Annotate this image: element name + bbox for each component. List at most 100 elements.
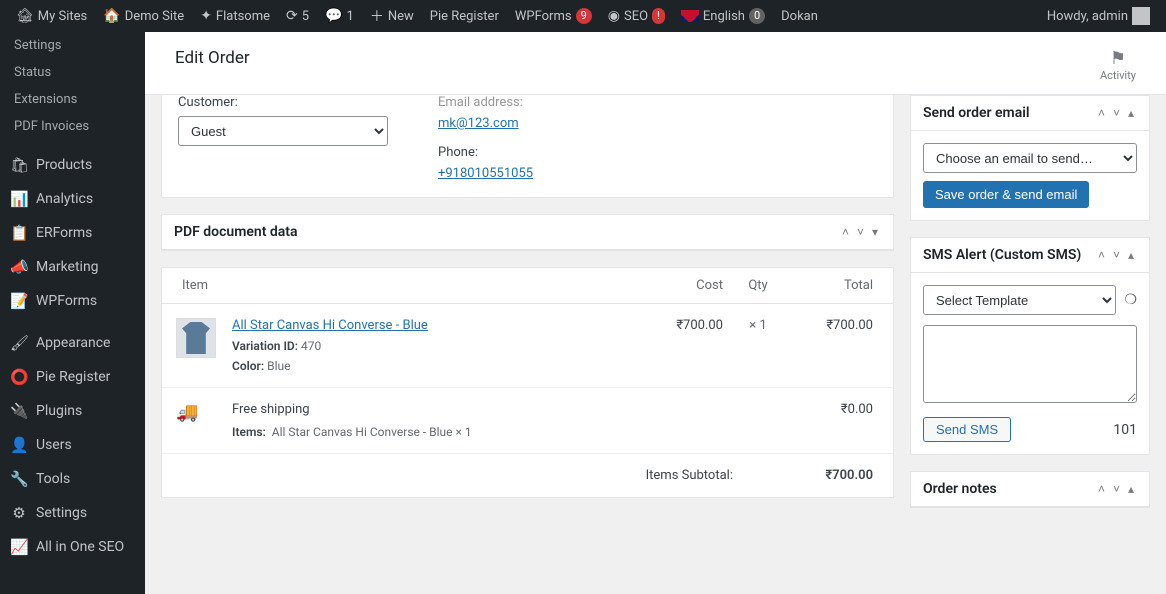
page-header: Edit Order ⚑ Activity [145, 32, 1166, 95]
new-link[interactable]: ＋ New [362, 0, 422, 32]
sidebar-item-marketing[interactable]: 📣Marketing [0, 250, 145, 284]
avatar-icon [1132, 7, 1150, 25]
variation-meta: Variation ID: 470 [232, 339, 633, 353]
language-label: English [703, 9, 745, 24]
sms-alert-title: SMS Alert (Custom SMS) [923, 247, 1081, 263]
shipping-total: ₹0.00 [793, 402, 893, 439]
save-send-email-button[interactable]: Save order & send email [923, 181, 1089, 208]
sidebar-item-label: ERForms [36, 225, 92, 241]
activity-flag-icon: ⚑ [1100, 48, 1136, 69]
toggle-icon[interactable]: ▾ [869, 223, 881, 241]
comments-link[interactable]: 💬1 [317, 0, 362, 32]
sidebar-item-appearance[interactable]: 🖌Appearance [0, 326, 145, 360]
network-icon: 🏚 [16, 8, 34, 24]
wpforms-icon: 📝 [10, 292, 28, 310]
sidebar-sub-status[interactable]: Status [0, 59, 145, 86]
sms-help-icon[interactable]: ❍ [1124, 292, 1137, 308]
sidebar-item-users[interactable]: 👤Users [0, 428, 145, 462]
appearance-icon: 🖌 [10, 334, 28, 352]
line-cost: ₹700.00 [633, 318, 723, 333]
sidebar-item-tools[interactable]: 🔧Tools [0, 462, 145, 496]
sms-alert-box: SMS Alert (Custom SMS) ˄ ˅ ▴ Select Temp… [910, 237, 1150, 455]
sidebar-item-label: Analytics [36, 191, 93, 207]
activity-button[interactable]: ⚑ Activity [1100, 48, 1136, 82]
wpforms-label: WPForms [515, 9, 572, 24]
sidebar-sub-extensions[interactable]: Extensions [0, 86, 145, 113]
main-content: Edit Order ⚑ Activity Customer: Guest [145, 32, 1166, 594]
shipping-truck-icon: 🚚 [176, 402, 216, 439]
seo-label: SEO [624, 9, 648, 24]
dokan-link[interactable]: Dokan [773, 0, 826, 32]
phone-link[interactable]: +918010551055 [438, 166, 533, 181]
sidebar-item-plugins[interactable]: 🔌Plugins [0, 394, 145, 428]
sidebar-sub-label: Settings [14, 38, 61, 53]
move-up-icon[interactable]: ˄ [839, 223, 852, 241]
flatsome-link[interactable]: ✦Flatsome [192, 0, 278, 32]
sms-template-select[interactable]: Select Template [923, 285, 1116, 315]
send-email-body: Choose an email to send… Save order & se… [911, 131, 1149, 220]
sidebar-item-erforms[interactable]: 📋ERForms [0, 216, 145, 250]
sidebar-item-settings[interactable]: ⚙Settings [0, 496, 145, 530]
my-sites-label: My Sites [38, 9, 87, 24]
sidebar-sub-label: PDF Invoices [14, 119, 89, 134]
sidebar-item-wpforms[interactable]: 📝WPForms [0, 284, 145, 318]
pie-register-link[interactable]: Pie Register [422, 0, 507, 32]
site-name-link[interactable]: 🏠Demo Site [95, 0, 192, 32]
send-email-header: Send order email ˄ ˅ ▴ [911, 96, 1149, 131]
move-down-icon[interactable]: ˅ [1110, 480, 1123, 498]
color-meta: Color: Blue [232, 359, 633, 373]
move-up-icon[interactable]: ˄ [1095, 246, 1108, 264]
sidebar-item-pieregister[interactable]: ⭕Pie Register [0, 360, 145, 394]
side-column: Send order email ˄ ˅ ▴ Choose an email t… [910, 95, 1150, 594]
move-down-icon[interactable]: ˅ [854, 223, 867, 241]
toggle-icon[interactable]: ▴ [1125, 246, 1137, 264]
seo-link[interactable]: ◉SEO ! [600, 0, 673, 32]
sms-textarea[interactable] [923, 325, 1137, 403]
move-up-icon[interactable]: ˄ [1095, 104, 1108, 122]
send-email-title: Send order email [923, 105, 1030, 121]
toggle-icon[interactable]: ▴ [1125, 104, 1137, 122]
line-item-info: All Star Canvas Hi Converse - Blue Varia… [216, 318, 633, 373]
email-select[interactable]: Choose an email to send… [923, 143, 1137, 173]
sidebar-item-products[interactable]: 🛍Products [0, 148, 145, 182]
sidebar-item-aioseo[interactable]: 📈All in One SEO [0, 530, 145, 564]
sidebar-sub-label: Status [14, 65, 51, 80]
email-link[interactable]: mk@123.com [438, 116, 519, 131]
plus-icon: ＋ [370, 6, 384, 26]
shipping-row: 🚚 Free shipping Items: All Star Canvas H… [162, 388, 893, 454]
sms-footer: Send SMS 101 [923, 417, 1137, 442]
comments-icon: 💬 [325, 8, 342, 24]
wpforms-link[interactable]: WPForms 9 [507, 0, 600, 32]
sidebar-sub-settings[interactable]: Settings [0, 32, 145, 59]
product-thumbnail[interactable] [176, 318, 216, 358]
email-label: Email address: [438, 95, 533, 110]
updates-link[interactable]: ⟳5 [278, 0, 317, 32]
new-label: New [388, 9, 414, 24]
order-notes-header: Order notes ˄ ˅ ▴ [911, 472, 1149, 507]
sidebar-sub-pdfinvoices[interactable]: PDF Invoices [0, 113, 145, 140]
send-sms-button[interactable]: Send SMS [923, 417, 1011, 442]
products-icon: 🛍 [10, 156, 28, 174]
move-up-icon[interactable]: ˄ [1095, 480, 1108, 498]
sidebar-item-analytics[interactable]: 📊Analytics [0, 182, 145, 216]
move-down-icon[interactable]: ˅ [1110, 246, 1123, 264]
shipping-items-label: Items: [232, 425, 266, 439]
howdy-label: Howdy, admin [1047, 9, 1128, 24]
product-name-link[interactable]: All Star Canvas Hi Converse - Blue [232, 318, 428, 333]
my-sites-link[interactable]: 🏚 My Sites [8, 0, 95, 32]
uk-flag-icon [681, 10, 699, 22]
sms-alert-body: Select Template ❍ Send SMS 101 [911, 273, 1149, 454]
marketing-icon: 📣 [10, 258, 28, 276]
move-down-icon[interactable]: ˅ [1110, 104, 1123, 122]
howdy-link[interactable]: Howdy, admin [1039, 0, 1158, 32]
aioseo-icon: 📈 [10, 538, 28, 556]
toggle-icon[interactable]: ▴ [1125, 480, 1137, 498]
items-box: Item Cost Qty Total All Star Canvas Hi C… [161, 267, 894, 498]
language-link[interactable]: English 0 [673, 0, 773, 32]
order-notes-box: Order notes ˄ ˅ ▴ [910, 471, 1150, 508]
shipping-items: Items: All Star Canvas Hi Converse - Blu… [232, 425, 793, 439]
qty-value: 1 [759, 318, 766, 333]
header-item: Item [162, 278, 633, 293]
settings-icon: ⚙ [10, 504, 28, 522]
customer-select[interactable]: Guest [178, 116, 388, 146]
